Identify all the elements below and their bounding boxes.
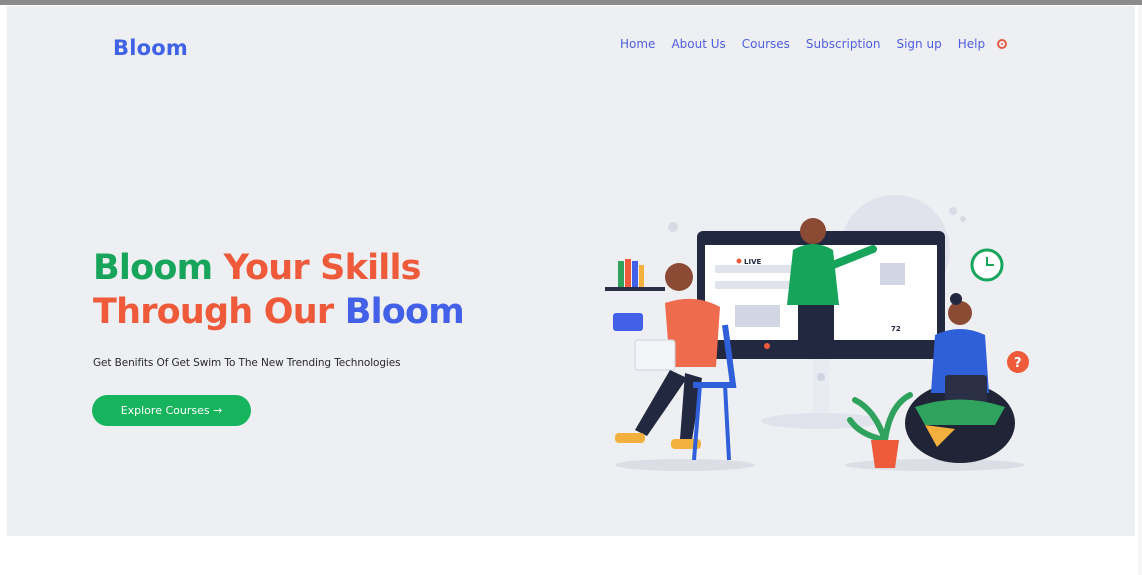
headline-word-bloom-2: Bloom xyxy=(344,292,465,332)
book xyxy=(639,265,644,287)
hero-headline: Bloom Your Skills Through Our Bloom xyxy=(93,246,465,334)
nav-help[interactable]: Help xyxy=(958,37,985,51)
student-head xyxy=(665,263,693,291)
nav-about-us[interactable]: About Us xyxy=(671,37,725,51)
main-nav: Home About Us Courses Subscription Sign … xyxy=(620,37,1008,51)
brand-logo[interactable]: Bloom xyxy=(113,36,188,60)
explore-courses-button[interactable]: Explore Courses → xyxy=(92,395,251,426)
live-badge: LIVE xyxy=(744,258,761,266)
teacher-head xyxy=(800,218,826,244)
book xyxy=(618,261,624,287)
record-icon xyxy=(764,343,770,349)
nav-sign-up[interactable]: Sign up xyxy=(896,37,941,51)
nav-courses[interactable]: Courses xyxy=(742,37,790,51)
shoe xyxy=(615,433,645,443)
laptop xyxy=(634,339,676,371)
shelf xyxy=(605,287,665,291)
live-dot xyxy=(736,258,742,264)
decor-dot xyxy=(949,207,957,215)
learner-head xyxy=(948,301,972,325)
settings-icon[interactable] xyxy=(997,39,1008,49)
chat-bubble-icon xyxy=(613,313,643,331)
learner-hair-bun xyxy=(950,293,962,305)
book xyxy=(632,261,638,287)
teacher-body xyxy=(787,244,839,305)
question-mark: ? xyxy=(1014,356,1022,371)
nav-home[interactable]: Home xyxy=(620,37,655,51)
decor-dot xyxy=(960,216,966,222)
hero-subtitle: Get Benifits Of Get Swim To The New Tren… xyxy=(93,357,401,369)
learner-legs xyxy=(915,399,1005,425)
book xyxy=(625,259,631,287)
chair-legs xyxy=(692,384,731,461)
screen-card xyxy=(880,263,905,285)
viewer-count: 72 xyxy=(891,325,901,333)
window-top-border xyxy=(0,0,1142,5)
headline-your-skills: Your Skills xyxy=(223,248,422,288)
floor-shadow-right xyxy=(845,459,1025,471)
scrollbar-track[interactable] xyxy=(1138,5,1142,575)
monitor-stand xyxy=(813,359,829,419)
student-leg xyxy=(635,370,687,436)
decor-dot xyxy=(668,222,678,232)
monitor-button xyxy=(817,373,825,381)
online-learning-illustration: LIVE 72 ? xyxy=(605,195,1029,471)
floor-shadow xyxy=(615,459,755,471)
teacher-legs xyxy=(798,305,834,355)
learner-laptop xyxy=(945,375,987,403)
headline-through-our: Through Our xyxy=(93,292,334,332)
plant-pot xyxy=(871,440,899,468)
screen-card xyxy=(735,305,780,327)
nav-subscription[interactable]: Subscription xyxy=(806,37,881,51)
monitor-base xyxy=(761,413,881,429)
headline-word-bloom: Bloom xyxy=(93,248,213,288)
